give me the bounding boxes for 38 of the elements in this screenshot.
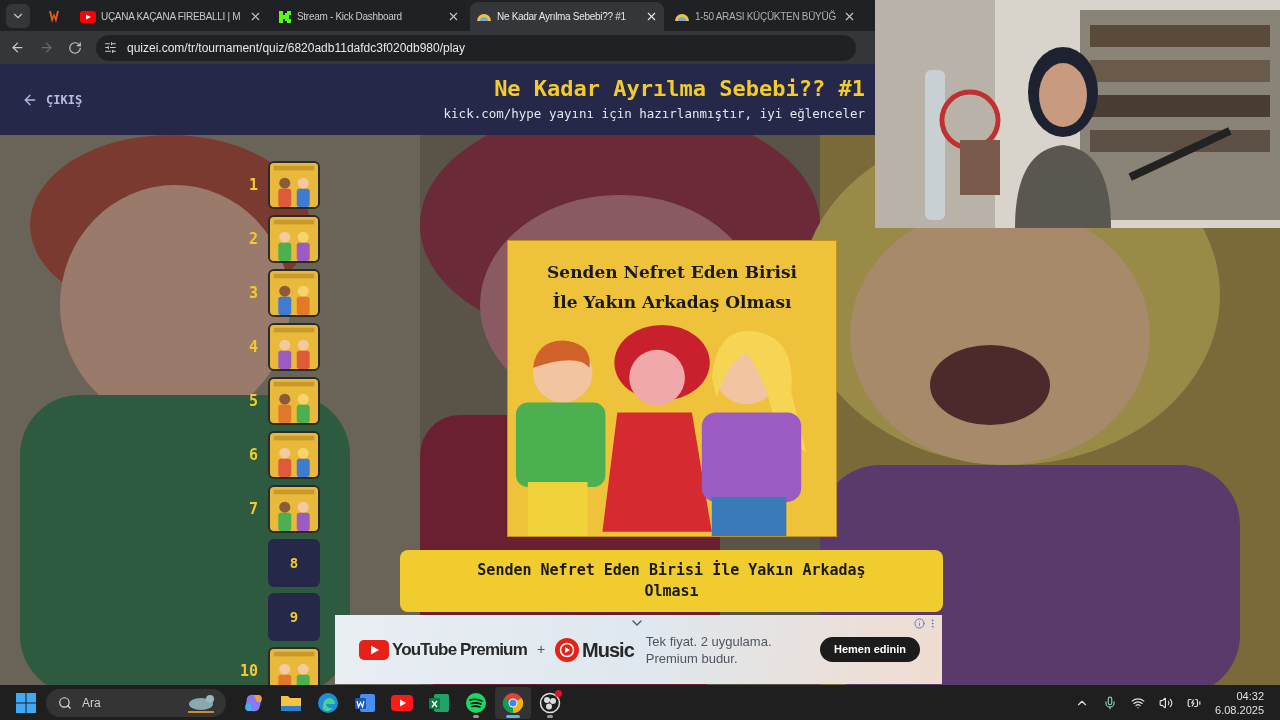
ring-logo-icon[interactable] [539,691,561,714]
quiz-title: Ne Kadar Ayrılma Sebebi?? #1 [494,75,865,104]
close-icon[interactable] [447,10,460,23]
play-logo-icon[interactable] [391,694,413,711]
browser-tab[interactable]: UÇANA KAÇANA FIREBALLI | M [74,2,268,31]
close-icon[interactable] [249,10,262,23]
k-logo-icon [278,9,292,24]
reload-icon[interactable] [68,40,82,55]
search-icon [58,695,72,710]
taskbar-app[interactable] [495,686,531,719]
clock[interactable]: 04:32 6.08.2025 [1215,688,1264,717]
back-icon[interactable] [10,40,25,55]
spreadsheet-x-icon[interactable] [428,691,450,714]
close-icon[interactable] [645,10,658,23]
tab-search-button[interactable] [6,4,30,28]
browser-tab[interactable]: 1-50 ARASI KÜÇÜKTEN BÜYÜĞ [668,2,862,31]
url-text: quizei.com/tr/tournament/quiz/6820adb11dafdc3f020db980/play [127,39,465,57]
site-settings-icon[interactable] [104,41,117,54]
tab-title: 1-50 ARASI KÜÇÜKTEN BÜYÜĞ [695,9,837,24]
play-logo-icon [80,10,96,23]
browser-logo-icon[interactable] [502,691,524,714]
browser-tab[interactable]: Ne Kadar Ayrılma Sebebi?? #1 [470,2,664,31]
close-icon[interactable] [843,10,856,23]
tab-title: Ne Kadar Ayrılma Sebebi?? #1 [497,10,627,24]
windows-logo-icon[interactable] [16,692,36,713]
sound-waves-logo-icon[interactable] [465,691,487,714]
document-w-icon[interactable] [354,691,376,714]
search-field[interactable]: Ara [46,688,226,717]
microphone-icon[interactable] [1103,695,1118,710]
address-field[interactable]: quizei.com/tr/tournament/quiz/6820adb11dafdc3f020db980/play [96,34,856,61]
wifi-icon[interactable] [1131,695,1146,710]
swirl-logo-icon[interactable] [317,691,339,714]
tab-title: Stream - Kick Dashboard [297,10,403,24]
exit-link[interactable]: ÇIKIŞ [22,90,83,109]
volume-icon[interactable] [1159,695,1174,710]
browser-tab[interactable]: Stream - Kick Dashboard [272,2,466,31]
tab-title: UÇANA KAÇANA FIREBALLI | M [101,10,242,24]
quiz-subtitle: kick.com/hype yayını için hazırlanmıştır, iyi eğlenceler [443,105,865,124]
